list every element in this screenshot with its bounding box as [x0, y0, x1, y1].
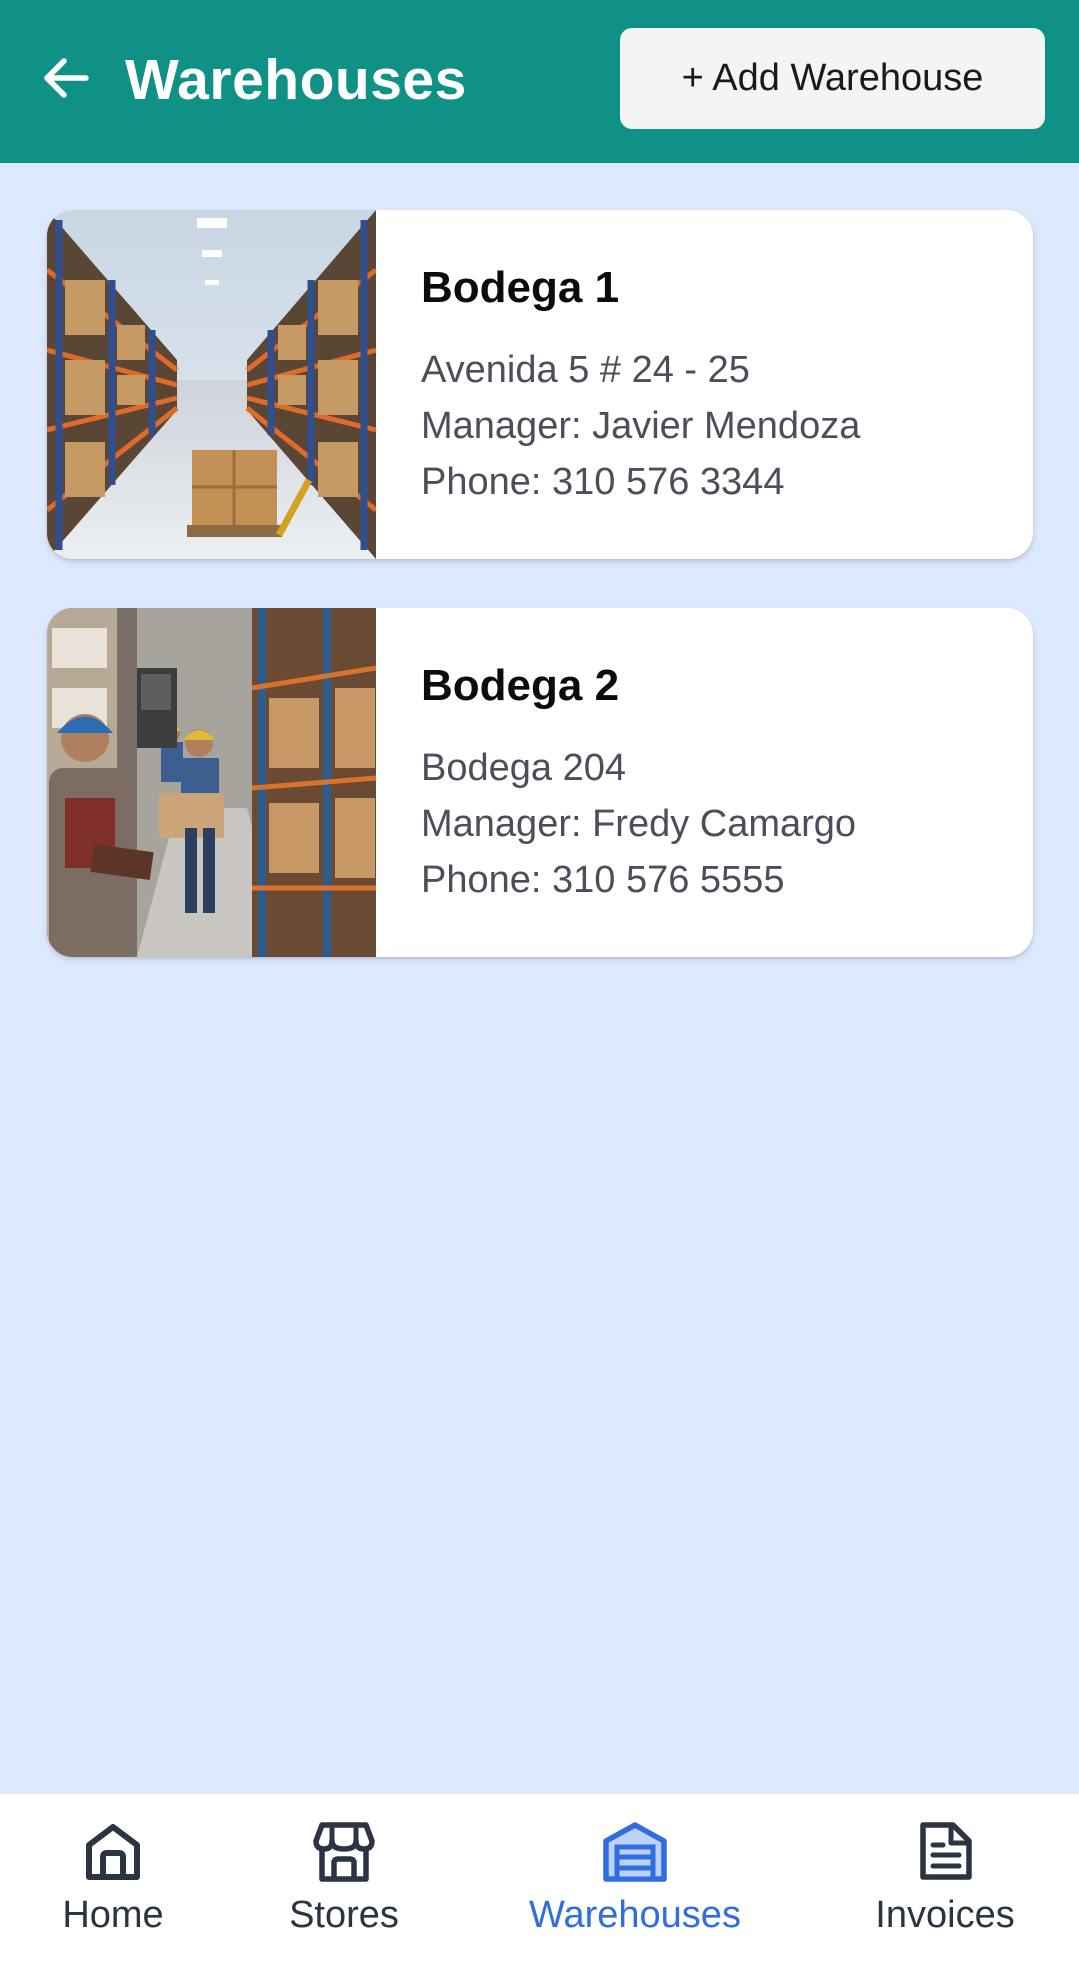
- warehouse-address: Bodega 204: [421, 747, 626, 789]
- nav-label-warehouses: Warehouses: [529, 1894, 741, 1936]
- warehouse-phone: Phone: 310 576 3344: [421, 461, 785, 503]
- warehouse-address: Avenida 5 # 24 - 25: [421, 349, 750, 391]
- warehouse-workers-photo: [47, 608, 376, 957]
- warehouse-name: Bodega 2: [421, 661, 620, 710]
- home-icon: [78, 1816, 148, 1886]
- arrow-left-icon: [40, 52, 92, 109]
- warehouse-icon: [600, 1816, 670, 1886]
- store-icon: [309, 1816, 379, 1886]
- nav-item-warehouses[interactable]: Warehouses: [510, 1794, 760, 1961]
- page-title: Warehouses: [125, 48, 467, 112]
- nav-item-home[interactable]: Home: [38, 1794, 188, 1961]
- nav-label-home: Home: [62, 1894, 164, 1936]
- warehouse-name: Bodega 1: [421, 263, 620, 312]
- nav-item-stores[interactable]: Stores: [269, 1794, 419, 1961]
- nav-item-invoices[interactable]: Invoices: [860, 1794, 1030, 1961]
- warehouse-manager: Manager: Javier Mendoza: [421, 405, 861, 447]
- app-screen: Warehouses + Add Warehouse Bodega 1 Aven…: [0, 0, 1079, 1961]
- back-button[interactable]: [34, 44, 98, 116]
- warehouse-card[interactable]: Bodega 2 Bodega 204 Manager: Fredy Camar…: [47, 608, 1033, 957]
- app-header: Warehouses + Add Warehouse: [0, 0, 1079, 163]
- nav-label-stores: Stores: [289, 1894, 399, 1936]
- nav-label-invoices: Invoices: [875, 1894, 1015, 1936]
- warehouse-card-body: Bodega 2 Bodega 204 Manager: Fredy Camar…: [421, 658, 1013, 908]
- warehouse-card[interactable]: Bodega 1 Avenida 5 # 24 - 25 Manager: Ja…: [47, 210, 1033, 559]
- warehouse-card-body: Bodega 1 Avenida 5 # 24 - 25 Manager: Ja…: [421, 260, 1013, 510]
- bottom-navigation: Home Stores Warehouses Invoices: [0, 1793, 1079, 1961]
- invoice-icon: [910, 1816, 980, 1886]
- warehouse-aisle-photo: [47, 210, 376, 559]
- warehouse-manager: Manager: Fredy Camargo: [421, 803, 857, 845]
- add-warehouse-button[interactable]: + Add Warehouse: [620, 28, 1045, 129]
- warehouse-phone: Phone: 310 576 5555: [421, 859, 785, 901]
